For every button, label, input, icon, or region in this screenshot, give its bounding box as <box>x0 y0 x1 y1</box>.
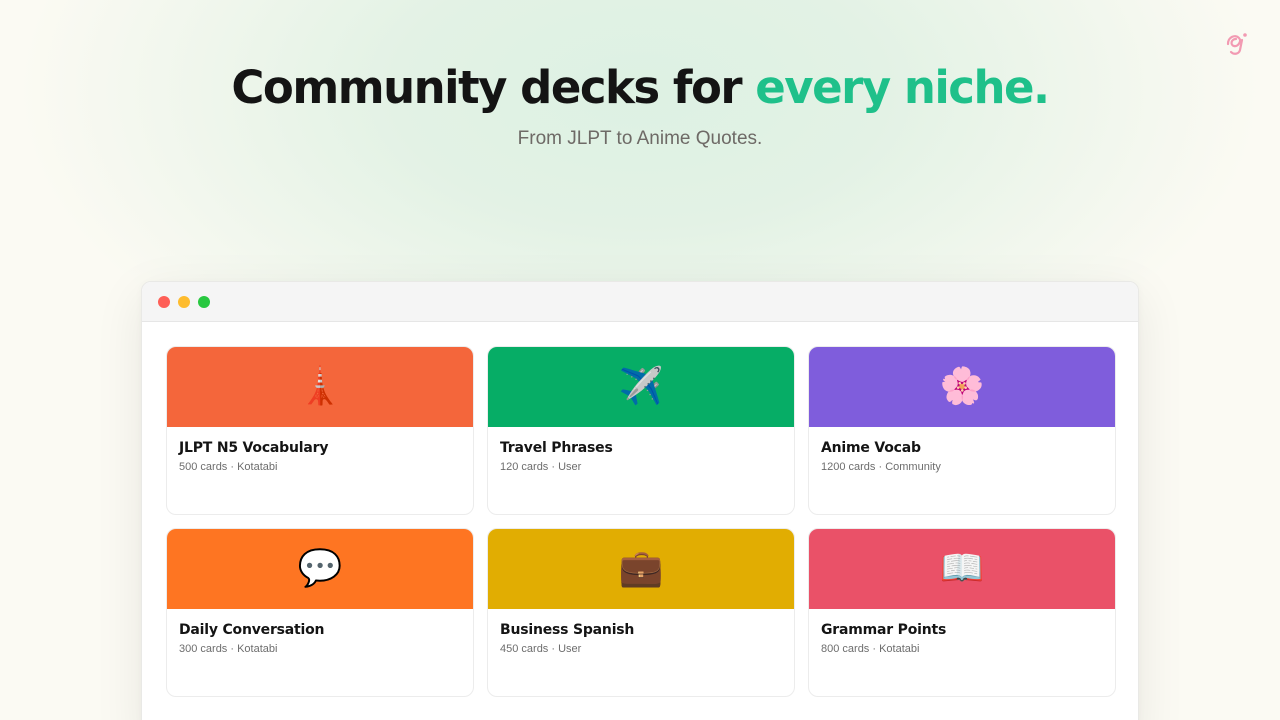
deck-banner: 💼 <box>488 529 794 609</box>
deck-title: Daily Conversation <box>179 622 325 638</box>
deck-title: Grammar Points <box>821 622 947 638</box>
deck-card[interactable]: 📖 Grammar Points 800 cards · Kotatabi <box>808 528 1116 697</box>
window-close-button[interactable] <box>158 295 170 308</box>
page-subtitle: From JLPT to Anime Quotes. <box>517 128 763 149</box>
deck-card[interactable]: 🗼 JLPT N5 Vocabulary 500 cards · Kotatab… <box>166 346 474 515</box>
deck-meta: 120 cards · User <box>500 461 582 473</box>
headline-accent: every niche. <box>755 61 1050 114</box>
deck-meta: 500 cards · Kotatabi <box>179 461 278 473</box>
window-minimize-button[interactable] <box>178 295 190 308</box>
deck-grid: 🗼 JLPT N5 Vocabulary 500 cards · Kotatab… <box>166 346 1116 697</box>
briefcase-icon: 💼 <box>618 548 664 589</box>
speech-bubble-icon: 💬 <box>297 548 343 589</box>
page-headline: Community decks for every niche. <box>0 58 1280 118</box>
deck-banner: 💬 <box>167 529 473 609</box>
window-maximize-button[interactable] <box>198 295 210 308</box>
deck-title: Travel Phrases <box>500 440 613 456</box>
airplane-icon: ✈️ <box>618 366 664 407</box>
deck-meta: 300 cards · Kotatabi <box>179 643 278 655</box>
deck-card[interactable]: 💼 Business Spanish 450 cards · User <box>487 528 795 697</box>
open-book-icon: 📖 <box>939 548 985 589</box>
window-titlebar <box>142 282 1138 322</box>
deck-title: Business Spanish <box>500 622 635 638</box>
deck-banner: 📖 <box>809 529 1115 609</box>
deck-card[interactable]: 🌸 Anime Vocab 1200 cards · Community <box>808 346 1116 515</box>
deck-meta: 450 cards · User <box>500 643 582 655</box>
deck-banner: 🌸 <box>809 347 1115 427</box>
deck-banner: 🗼 <box>167 347 473 427</box>
deck-banner: ✈️ <box>488 347 794 427</box>
hero-section: Community decks for every niche. From JL… <box>0 58 1280 150</box>
deck-card[interactable]: ✈️ Travel Phrases 120 cards · User <box>487 346 795 515</box>
deck-meta: 1200 cards · Community <box>821 461 941 473</box>
deck-title: JLPT N5 Vocabulary <box>179 440 329 456</box>
cherry-blossom-icon: 🌸 <box>939 366 985 407</box>
app-window: 🗼 JLPT N5 Vocabulary 500 cards · Kotatab… <box>141 281 1139 720</box>
tokyo-tower-icon: 🗼 <box>297 366 343 407</box>
brand-logo-icon <box>1226 33 1247 55</box>
deck-meta: 800 cards · Kotatabi <box>821 643 920 655</box>
deck-title: Anime Vocab <box>821 440 921 456</box>
headline-main: Community decks for <box>231 61 756 114</box>
deck-card[interactable]: 💬 Daily Conversation 300 cards · Kotatab… <box>166 528 474 697</box>
